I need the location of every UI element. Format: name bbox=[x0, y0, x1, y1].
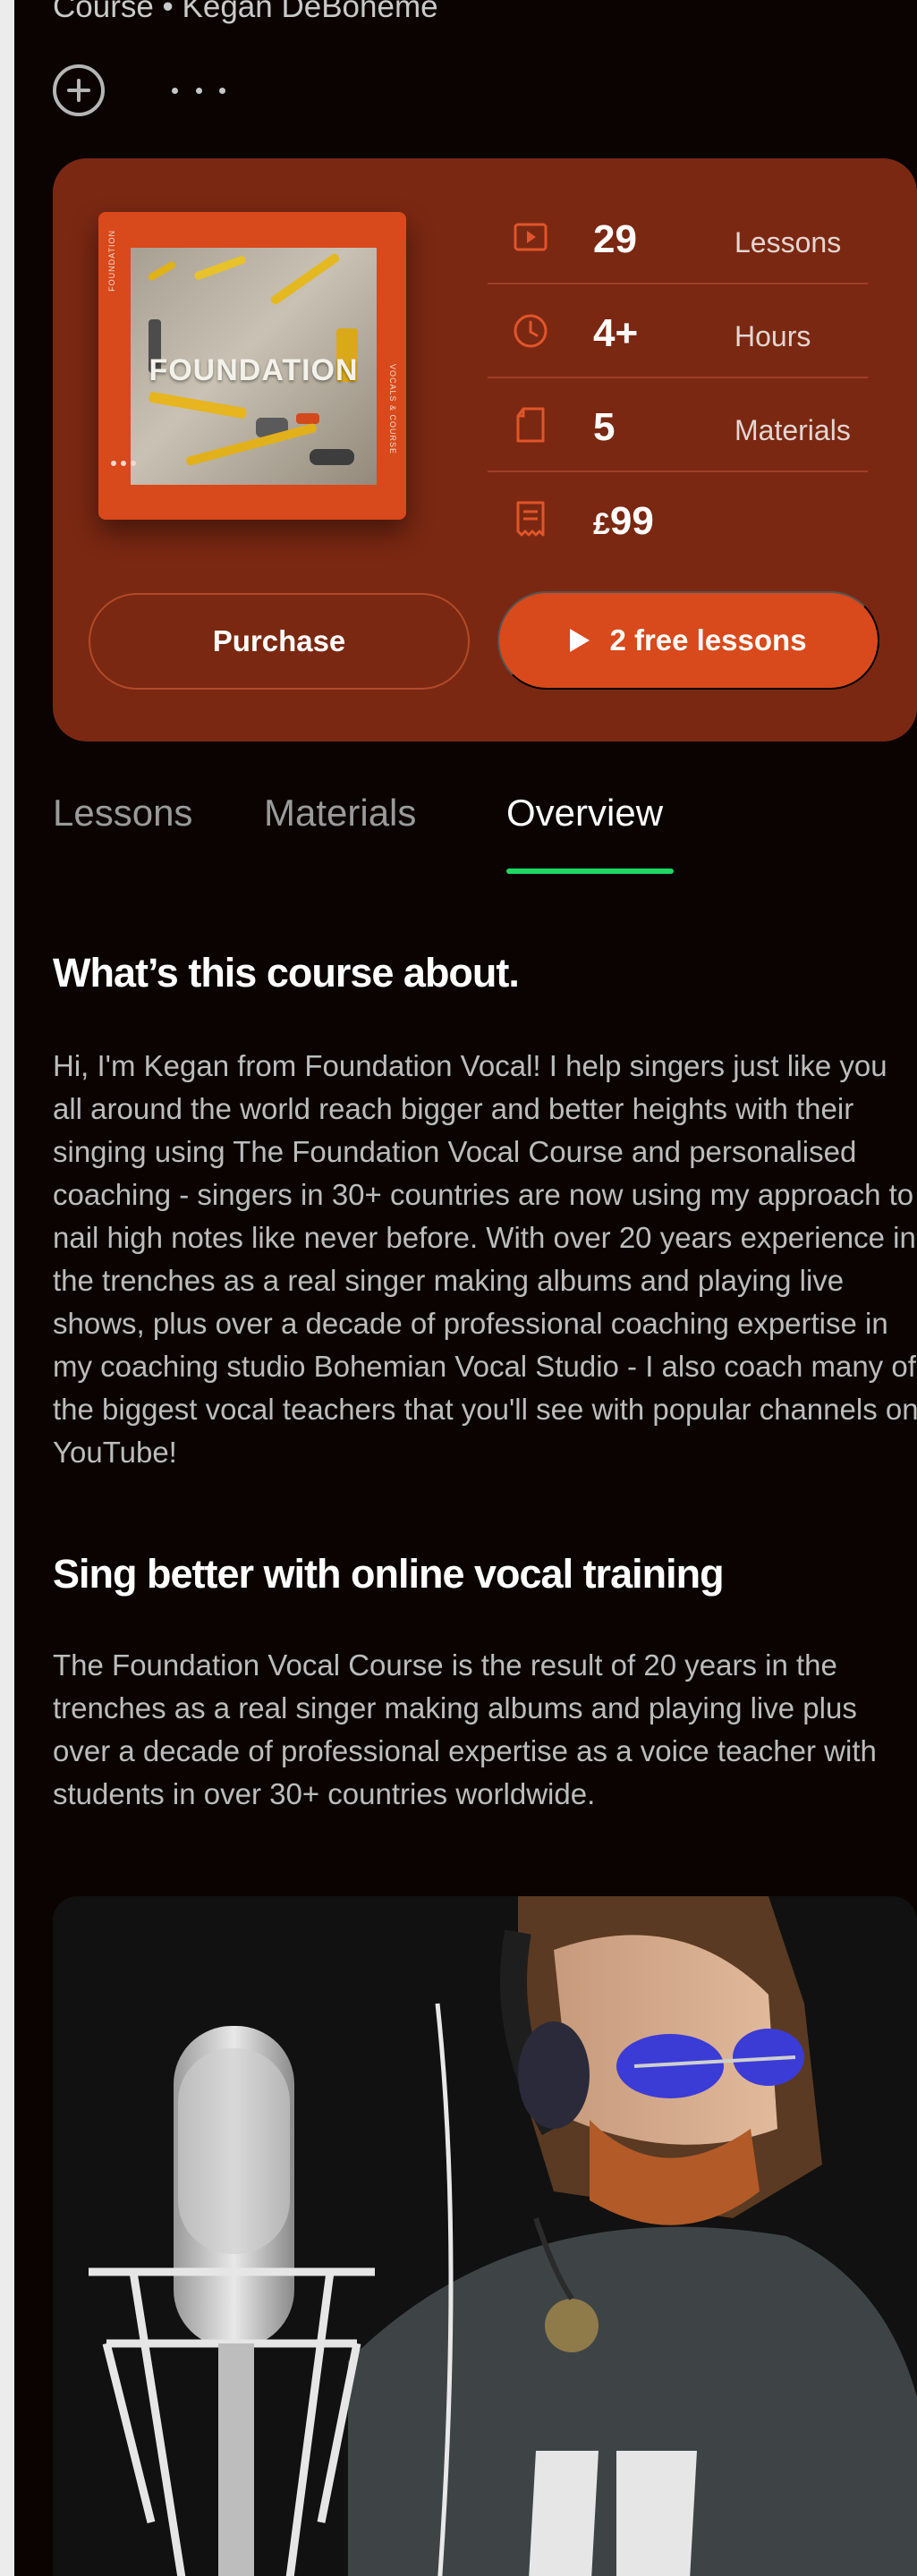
cover-artwork: FOUNDATION bbox=[131, 248, 377, 485]
tab-lessons[interactable]: Lessons bbox=[53, 792, 192, 835]
section-heading-training: Sing better with online vocal training bbox=[53, 1551, 725, 1597]
more-dot bbox=[219, 87, 225, 94]
tab-materials[interactable]: Materials bbox=[264, 792, 416, 835]
stat-label: Hours bbox=[734, 320, 811, 352]
play-icon bbox=[570, 629, 590, 652]
more-options-button[interactable] bbox=[172, 84, 225, 97]
course-tabs: Lessons Materials Overview bbox=[53, 792, 894, 881]
stat-label: Lessons bbox=[734, 226, 842, 258]
course-page: Course • Kegan DeBoheme FOUNDATION FOUND… bbox=[14, 0, 917, 2576]
stat-materials: 5 Materials bbox=[488, 378, 868, 472]
price-amount: 99 bbox=[609, 499, 654, 543]
instructor-illustration bbox=[53, 1896, 917, 2576]
stat-lessons: 29 Lessons bbox=[488, 191, 868, 284]
play-lesson-icon bbox=[514, 223, 548, 251]
price-value: £99 bbox=[593, 499, 654, 544]
free-lessons-button[interactable]: 2 free lessons bbox=[497, 591, 879, 690]
add-to-library-button[interactable] bbox=[53, 64, 105, 116]
more-dot bbox=[195, 87, 202, 94]
purchase-button[interactable]: Purchase bbox=[89, 593, 470, 690]
stat-label: Materials bbox=[734, 414, 851, 446]
stat-value: 4+ bbox=[593, 311, 639, 355]
left-edge-strip bbox=[0, 0, 14, 2576]
receipt-icon bbox=[516, 501, 545, 537]
active-tab-indicator bbox=[506, 869, 674, 874]
stat-value: 5 bbox=[593, 405, 616, 449]
cover-title: FOUNDATION bbox=[149, 353, 359, 387]
course-info-card: FOUNDATION FOUNDATION VOCALS & COURSE 29… bbox=[53, 158, 917, 741]
training-paragraph: The Foundation Vocal Course is the resul… bbox=[53, 1648, 877, 1810]
stat-hours: 4+ Hours bbox=[488, 284, 868, 378]
cover-side-text: VOCALS & COURSE bbox=[388, 364, 397, 455]
course-cover-image: FOUNDATION FOUNDATION VOCALS & COURSE bbox=[98, 212, 406, 520]
clock-icon bbox=[514, 314, 548, 348]
stat-value: 29 bbox=[593, 217, 637, 261]
course-stats: 29 Lessons 4+ Hours 5 Materials £99 bbox=[488, 191, 868, 566]
instructor-photo bbox=[53, 1896, 917, 2576]
document-icon bbox=[516, 407, 545, 443]
cover-dots bbox=[111, 461, 136, 466]
more-dot bbox=[172, 87, 178, 94]
about-paragraph: Hi, I'm Kegan from Foundation Vocal! I h… bbox=[53, 1049, 917, 1469]
cover-side-text-left: FOUNDATION bbox=[107, 230, 116, 292]
tab-overview[interactable]: Overview bbox=[506, 792, 663, 835]
course-subtitle: Course • Kegan DeBoheme bbox=[53, 0, 438, 24]
free-lessons-label: 2 free lessons bbox=[609, 623, 807, 657]
section-heading-about: What’s this course about. bbox=[53, 950, 520, 996]
price-currency: £ bbox=[593, 507, 610, 541]
stat-price: £99 bbox=[488, 472, 868, 566]
